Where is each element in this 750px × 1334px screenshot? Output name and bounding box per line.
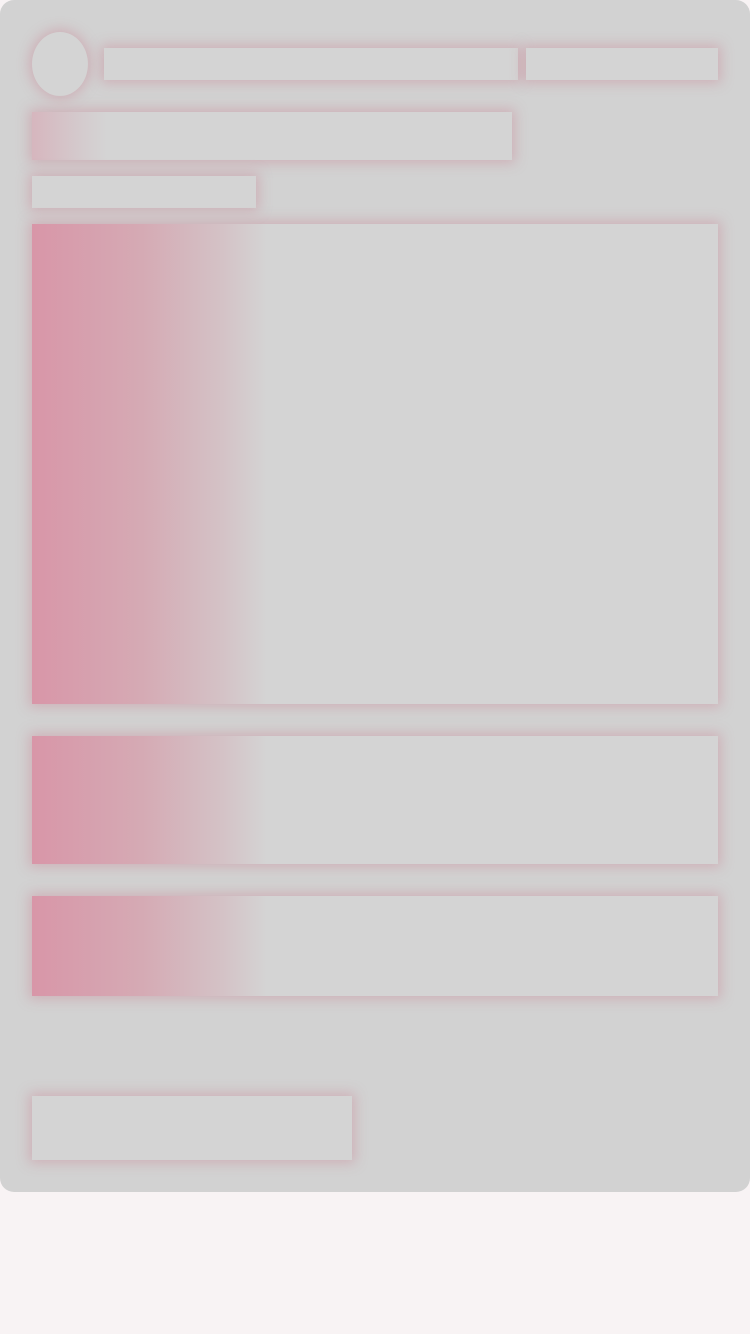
subline-placeholder [32,176,256,208]
skeleton-card [0,0,750,1192]
content-block-placeholder [32,736,718,864]
headline-placeholder [32,112,512,160]
avatar-placeholder [32,32,88,96]
media-placeholder [32,224,718,704]
content-block-placeholder-secondary [32,896,718,996]
meta-placeholder [526,48,718,80]
action-button-placeholder [32,1096,352,1160]
title-placeholder [104,48,518,80]
